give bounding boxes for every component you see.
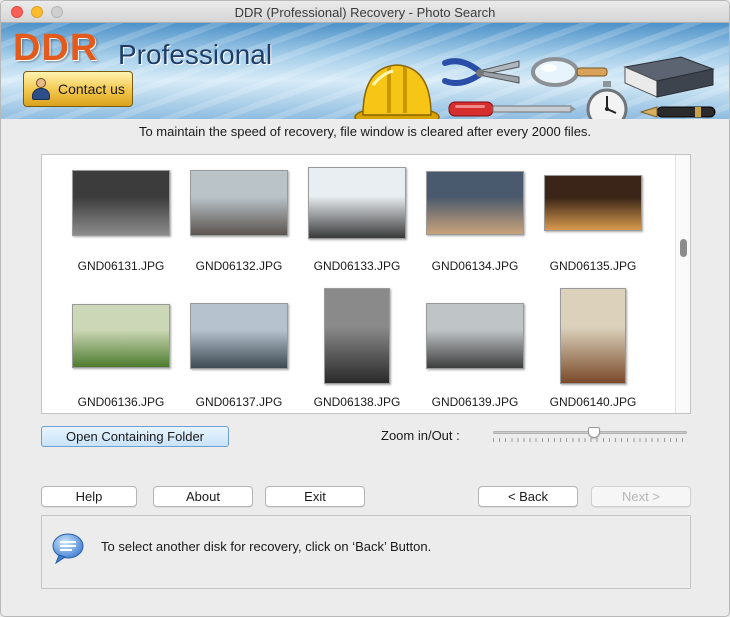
photo-filename: GND06140.JPG (549, 395, 637, 409)
photo-filename: GND06135.JPG (549, 259, 637, 273)
photo-thumbnail[interactable] (560, 288, 626, 384)
brand-logo-ddr: DDR (13, 27, 99, 69)
photo-filename: GND06139.JPG (431, 395, 519, 409)
app-window: DDR (Professional) Recovery - Photo Sear… (0, 0, 730, 617)
photo-filename: GND06138.JPG (313, 395, 401, 409)
speech-bubble-icon (52, 533, 84, 564)
status-message-text: To select another disk for recovery, cli… (101, 539, 432, 554)
photo-thumbnail[interactable] (426, 303, 524, 369)
photo-thumbnail[interactable] (72, 304, 170, 368)
vertical-scrollbar[interactable] (675, 155, 690, 413)
photo-thumbnail[interactable] (324, 288, 390, 384)
exit-button[interactable]: Exit (265, 486, 365, 507)
next-button[interactable]: Next > (591, 486, 691, 507)
photo-thumbnail[interactable] (308, 167, 406, 239)
info-message: To maintain the speed of recovery, file … (138, 124, 592, 139)
about-button[interactable]: About (153, 486, 253, 507)
hard-hat-icon (354, 64, 440, 119)
back-button[interactable]: < Back (478, 486, 578, 507)
zoom-slider[interactable] (491, 425, 689, 445)
photo-grid[interactable]: GND06131.JPG GND06132.JPG GND06133.JPG GND0… (41, 154, 691, 414)
photo-filename: GND06133.JPG (313, 259, 401, 273)
status-message-panel: To select another disk for recovery, cli… (41, 515, 691, 589)
photo-filename: GND06136.JPG (77, 395, 165, 409)
photo-filename: GND06131.JPG (77, 259, 165, 273)
photo-thumbnail[interactable] (544, 175, 642, 231)
photo-filename: GND06132.JPG (195, 259, 283, 273)
photo-filename: GND06134.JPG (431, 259, 519, 273)
zoom-slider-ticks (493, 438, 687, 442)
photo-thumbnail[interactable] (72, 170, 170, 236)
photo-thumbnail[interactable] (190, 170, 288, 236)
photo-filename: GND06137.JPG (195, 395, 283, 409)
open-containing-folder-button[interactable]: Open Containing Folder (41, 426, 229, 447)
screwdriver-icon (448, 101, 576, 117)
photo-thumbnail[interactable] (426, 171, 524, 235)
contact-us-label: Contact us (58, 81, 125, 97)
header-banner: DDR Professional Contact us (1, 23, 729, 119)
photo-thumbnail[interactable] (190, 303, 288, 369)
book-icon (623, 56, 715, 98)
fountain-pen-icon (639, 106, 716, 118)
scrollbar-thumb[interactable] (680, 239, 687, 257)
help-button[interactable]: Help (41, 486, 137, 507)
zoom-slider-knob[interactable] (587, 427, 600, 438)
brand-logo-professional: Professional (118, 39, 273, 70)
zoom-label: Zoom in/Out : (381, 428, 460, 443)
window-title: DDR (Professional) Recovery - Photo Sear… (234, 5, 496, 20)
pliers-icon (442, 58, 520, 86)
contact-person-icon (30, 77, 52, 101)
contact-us-button[interactable]: Contact us (23, 71, 133, 107)
title-bar: DDR (Professional) Recovery - Photo Sear… (1, 1, 729, 23)
